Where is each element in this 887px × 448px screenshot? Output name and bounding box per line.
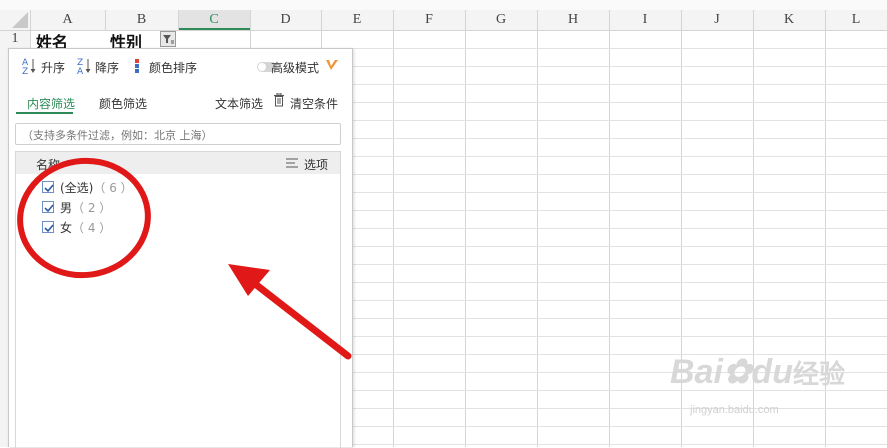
svg-text:A: A — [77, 67, 84, 75]
row-header-1[interactable]: 1 — [0, 30, 30, 48]
sort-descending-icon[interactable]: Z A — [76, 57, 92, 75]
column-header-h[interactable]: H — [537, 10, 609, 30]
sort-ascending-button[interactable]: 升序 — [41, 59, 65, 76]
options-button[interactable]: 选项 — [304, 156, 328, 173]
column-header-i[interactable]: I — [609, 10, 681, 30]
color-sort-button[interactable]: 颜色排序 — [149, 59, 197, 76]
list-item[interactable]: 男（ 2 ） — [60, 199, 111, 216]
tab-content-filter[interactable]: 内容筛选 — [27, 95, 75, 112]
column-header-a[interactable]: A — [30, 10, 105, 30]
checkbox-female[interactable] — [42, 221, 54, 233]
sort-descending-button[interactable]: 降序 — [95, 59, 119, 76]
advanced-mode-label: 高级模式 — [271, 61, 320, 75]
tab-color-filter[interactable]: 颜色筛选 — [99, 95, 147, 112]
column-header-b[interactable]: B — [105, 10, 178, 30]
watermark-url: jingyan.baidu.com — [690, 404, 779, 416]
active-tab-underline — [16, 112, 73, 114]
list-item[interactable]: (全选)（ 6 ） — [60, 179, 133, 196]
list-header-name: 名称 — [36, 158, 61, 172]
list-item-label: 男 — [60, 201, 73, 215]
list-item-label: (全选) — [60, 181, 94, 195]
list-header: 名称 选项 — [16, 152, 340, 174]
checkmark-icon — [44, 224, 54, 233]
filter-search-box[interactable] — [15, 123, 341, 146]
filter-panel: A Z 升序 Z A 降序 颜色排序 高级模式 内容筛选 颜色筛选 文本筛选 清… — [8, 48, 353, 448]
list-item[interactable]: 女（ 4 ） — [60, 219, 111, 236]
list-item-count: （ 6 ） — [93, 181, 133, 195]
sort-ascending-icon[interactable]: A Z — [21, 57, 37, 75]
toggle-knob — [258, 63, 266, 71]
checkbox-select-all[interactable] — [42, 181, 54, 193]
baidu-watermark: Bai✿du经验 — [670, 352, 845, 392]
watermark-cn: 经验 — [792, 359, 845, 389]
checkbox-male[interactable] — [42, 201, 54, 213]
column-header-l[interactable]: L — [825, 10, 887, 30]
list-item-count: （ 2 ） — [72, 201, 112, 215]
column-header-d[interactable]: D — [250, 10, 321, 30]
watermark-brand: Bai — [670, 353, 723, 391]
column-header-g[interactable]: G — [465, 10, 537, 30]
checkmark-icon — [44, 204, 54, 213]
color-sort-icon[interactable] — [133, 58, 143, 74]
clear-conditions-button[interactable]: 清空条件 — [290, 95, 338, 112]
filter-dropdown-button[interactable] — [160, 31, 176, 47]
svg-text:Z: Z — [22, 67, 28, 75]
trash-icon[interactable] — [273, 93, 285, 107]
filter-icon — [163, 35, 174, 44]
list-item-label: 女 — [60, 221, 73, 235]
column-header-e[interactable]: E — [321, 10, 393, 30]
vip-icon — [326, 60, 338, 70]
column-header-k[interactable]: K — [753, 10, 825, 30]
list-item-count: （ 4 ） — [72, 221, 112, 235]
paw-icon: ✿ — [722, 353, 752, 391]
column-header-c[interactable]: C — [178, 10, 250, 30]
column-header-j[interactable]: J — [681, 10, 753, 30]
column-header-f[interactable]: F — [393, 10, 465, 30]
filter-search-input[interactable] — [16, 125, 340, 146]
text-filter-button[interactable]: 文本筛选 — [215, 95, 263, 112]
checkmark-icon — [44, 184, 54, 193]
filter-value-list[interactable]: 名称 选项 (全选)（ 6 ） 男（ 2 ） 女（ 4 ） — [15, 151, 341, 448]
watermark-brand-suffix: du — [751, 353, 793, 391]
options-icon[interactable] — [286, 158, 298, 168]
